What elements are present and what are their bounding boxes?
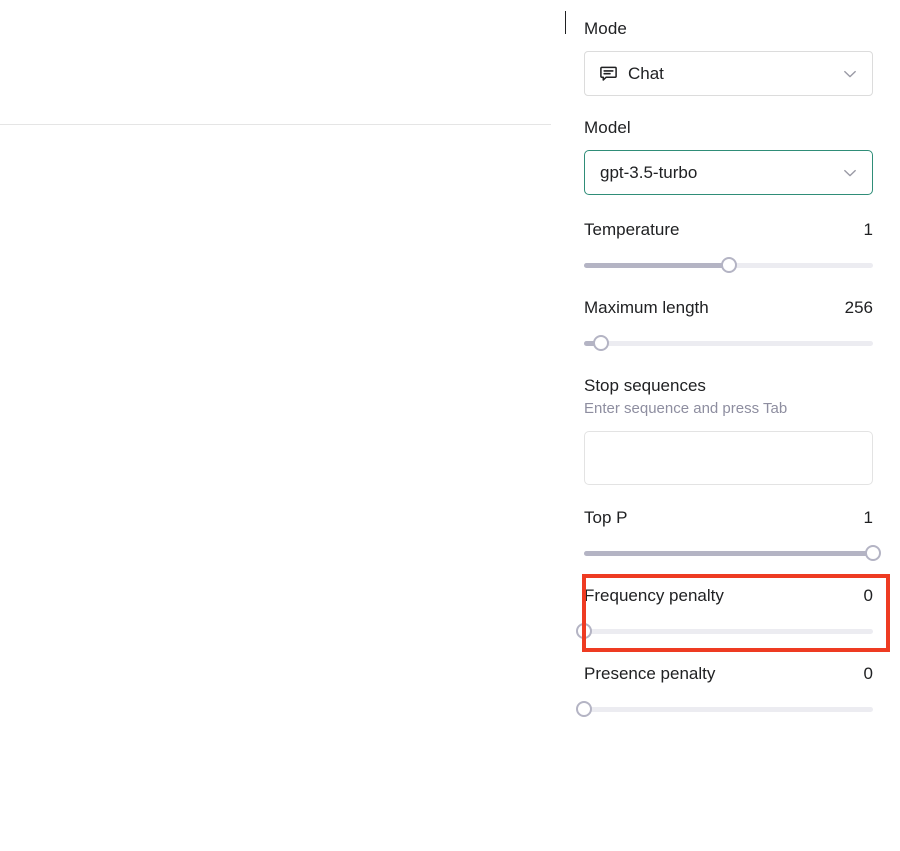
slider-track [584,341,873,346]
model-select-value: gpt-3.5-turbo [599,162,840,184]
mode-field-label: Mode [584,18,873,40]
temperature-label: Temperature [584,219,679,241]
temperature-value: 1 [864,219,873,241]
parameters-sidebar: Mode Chat Model gpt-3.5-turbo [551,0,900,851]
presence-penalty-slider[interactable] [584,701,873,717]
slider-track [584,629,873,634]
stop-sequences-label: Stop sequences [584,375,873,397]
top-p-value: 1 [864,507,873,529]
slider-thumb[interactable] [576,701,592,717]
maximum-length-header: Maximum length 256 [584,297,873,319]
chat-bubble-icon [599,64,618,83]
maximum-length-param: Maximum length 256 [584,297,873,351]
editor-pane[interactable] [0,0,551,851]
slider-fill [584,551,873,556]
slider-fill [584,263,729,268]
temperature-slider[interactable] [584,257,873,273]
presence-penalty-param: Presence penalty 0 [584,663,873,717]
top-p-slider[interactable] [584,545,873,561]
presence-penalty-value: 0 [864,663,873,685]
frequency-penalty-slider[interactable] [584,623,873,639]
frequency-penalty-param: Frequency penalty 0 [584,585,873,639]
frequency-penalty-value: 0 [864,585,873,607]
slider-thumb[interactable] [593,335,609,351]
maximum-length-label: Maximum length [584,297,709,319]
playground-screen: Mode Chat Model gpt-3.5-turbo [0,0,900,851]
presence-penalty-header: Presence penalty 0 [584,663,873,685]
model-select[interactable]: gpt-3.5-turbo [584,150,873,195]
text-cursor [565,11,566,34]
temperature-header: Temperature 1 [584,219,873,241]
stop-sequences-hint: Enter sequence and press Tab [584,399,873,419]
stop-sequences-input[interactable] [584,431,873,485]
temperature-param: Temperature 1 [584,219,873,273]
editor-divider [0,124,551,125]
mode-select-value: Chat [628,63,840,85]
frequency-penalty-header: Frequency penalty 0 [584,585,873,607]
slider-track [584,707,873,712]
maximum-length-value: 256 [845,297,873,319]
top-p-label: Top P [584,507,627,529]
frequency-penalty-label: Frequency penalty [584,585,724,607]
top-p-param: Top P 1 [584,507,873,561]
mode-select[interactable]: Chat [584,51,873,96]
chevron-down-icon [840,64,860,84]
slider-thumb[interactable] [865,545,881,561]
chevron-down-icon [840,163,860,183]
top-p-header: Top P 1 [584,507,873,529]
stop-sequences-param: Stop sequences Enter sequence and press … [584,375,873,485]
slider-thumb[interactable] [721,257,737,273]
maximum-length-slider[interactable] [584,335,873,351]
slider-thumb[interactable] [576,623,592,639]
model-field-label: Model [584,117,873,139]
presence-penalty-label: Presence penalty [584,663,715,685]
